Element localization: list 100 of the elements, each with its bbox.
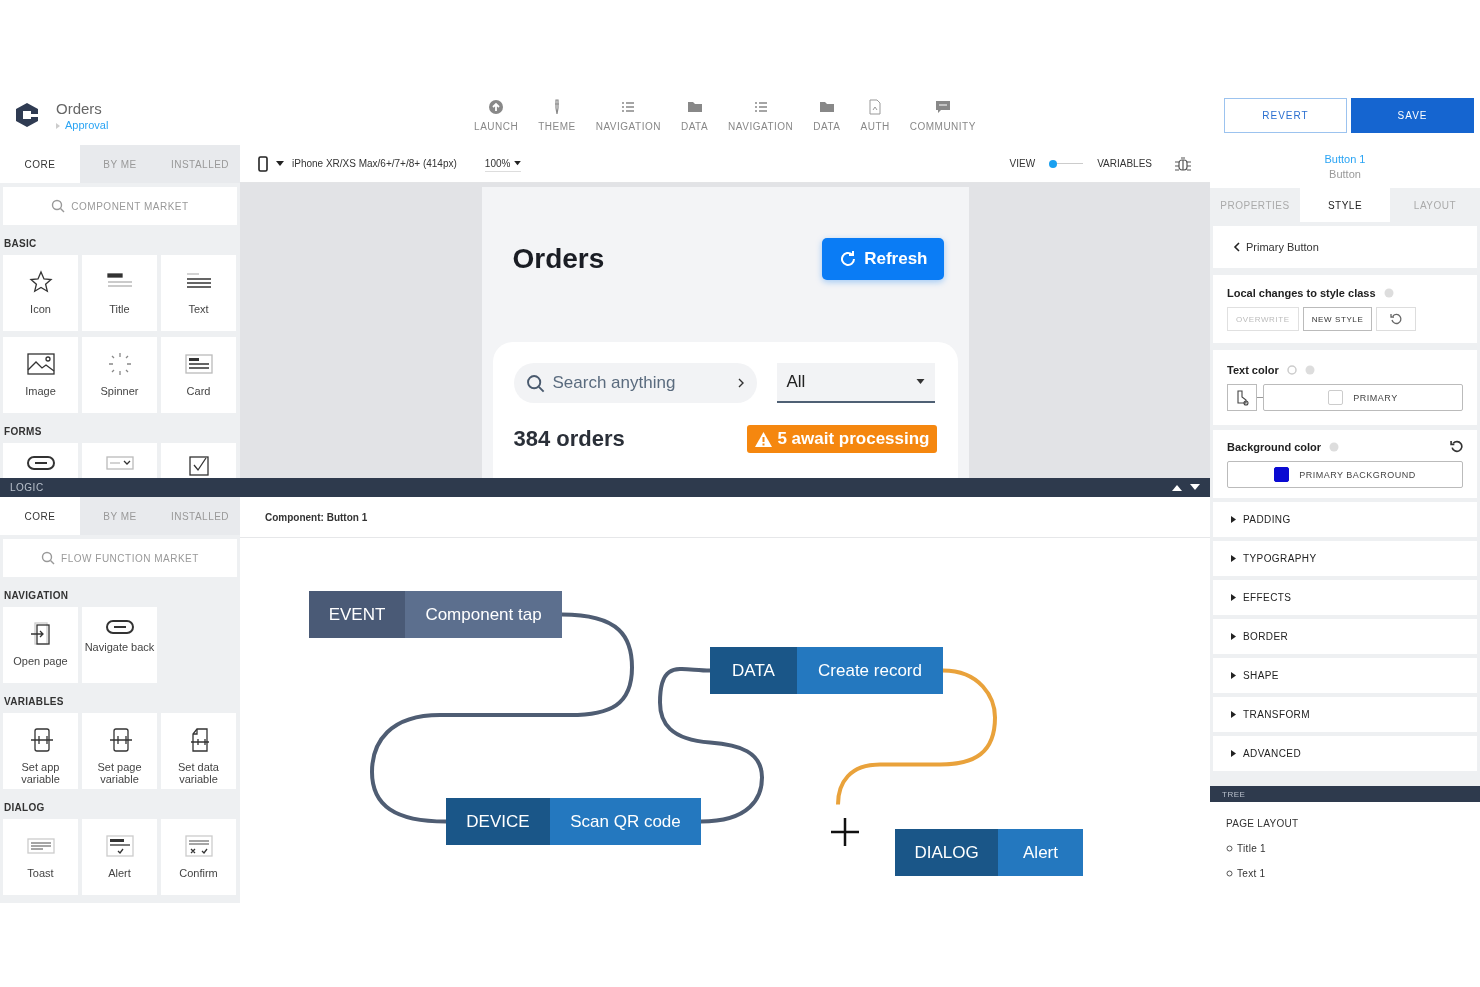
refresh-button[interactable]: Refresh bbox=[822, 238, 944, 280]
reset-button[interactable] bbox=[1376, 307, 1417, 331]
bug-icon[interactable] bbox=[1174, 155, 1192, 172]
style-section[interactable]: TRANSFORM bbox=[1213, 697, 1477, 732]
caret-down-icon[interactable] bbox=[276, 160, 284, 167]
caret-down-icon bbox=[915, 379, 925, 385]
paint-bucket-button[interactable] bbox=[1227, 384, 1257, 411]
component-type: Button bbox=[1329, 168, 1361, 180]
logic-title: LOGIC bbox=[10, 482, 44, 493]
tree-item[interactable]: Text 1 bbox=[1226, 868, 1464, 879]
filter-select[interactable]: All bbox=[776, 363, 935, 403]
search-field[interactable]: Search anything bbox=[513, 363, 757, 403]
background-color-label: Background color bbox=[1227, 440, 1322, 453]
caret-up-icon[interactable] bbox=[1172, 484, 1182, 491]
paint-bucket-icon bbox=[1234, 388, 1250, 407]
caret-down-icon bbox=[514, 160, 522, 166]
alert-dialog-icon bbox=[103, 832, 136, 860]
nav-item[interactable]: COMMUNITY bbox=[909, 98, 976, 132]
component-tile[interactable]: Open page bbox=[3, 607, 78, 683]
style-section[interactable]: BORDER bbox=[1213, 619, 1477, 654]
document-icon bbox=[867, 98, 884, 115]
text-color-label: Text color bbox=[1227, 364, 1279, 376]
style-section[interactable]: EFFECTS bbox=[1213, 580, 1477, 615]
search-icon bbox=[525, 373, 545, 393]
component-tile[interactable]: Spinner bbox=[82, 337, 157, 413]
warning-badge: 5 await processing bbox=[747, 425, 937, 453]
style-section[interactable]: PADDING bbox=[1213, 502, 1477, 537]
component-tile[interactable]: Set page variable bbox=[82, 713, 157, 789]
style-section[interactable]: SHAPE bbox=[1213, 658, 1477, 693]
chevron-left-icon bbox=[1233, 242, 1240, 252]
node-action[interactable]: Component tap bbox=[405, 591, 562, 638]
nav-item[interactable]: DATA bbox=[813, 98, 841, 132]
panel-tab[interactable]: CORE bbox=[0, 497, 80, 535]
component-tile[interactable]: Confirm bbox=[161, 819, 236, 895]
nav-item[interactable]: LAUNCH bbox=[474, 98, 519, 132]
dropdown-icon bbox=[103, 456, 136, 470]
component-tile[interactable]: Card bbox=[161, 337, 236, 413]
undo-icon[interactable] bbox=[1450, 440, 1463, 453]
node-type[interactable]: DEVICE bbox=[446, 798, 550, 845]
nav-item[interactable]: THEME bbox=[538, 98, 576, 132]
style-class-button[interactable]: NEW STYLE bbox=[1302, 307, 1373, 331]
revert-button[interactable]: REVERT bbox=[1224, 97, 1347, 133]
node-action[interactable]: Alert bbox=[998, 829, 1083, 876]
component-tile[interactable]: Image bbox=[3, 337, 78, 413]
search-icon bbox=[41, 551, 56, 565]
circle-bullet-icon bbox=[1226, 870, 1233, 877]
button-shape-icon bbox=[24, 456, 57, 470]
component-tile[interactable]: Alert bbox=[82, 819, 157, 895]
mode-toggle[interactable] bbox=[1049, 158, 1084, 169]
panel-tab[interactable]: CORE bbox=[0, 145, 80, 183]
chat-icon bbox=[934, 98, 951, 115]
button-shape-icon bbox=[103, 620, 136, 634]
zoom-select[interactable]: 100% bbox=[484, 155, 522, 172]
nav-item[interactable]: DATA bbox=[680, 98, 709, 132]
component-name: Button 1 bbox=[1324, 153, 1366, 165]
node-action[interactable]: Create record bbox=[797, 647, 943, 694]
undo-icon bbox=[1390, 313, 1403, 325]
search-icon bbox=[51, 199, 66, 213]
caret-down-icon[interactable] bbox=[1190, 484, 1200, 491]
nav-item[interactable]: NAVIGATION bbox=[728, 98, 794, 132]
color-field[interactable]: PRIMARY BACKGROUND bbox=[1227, 461, 1463, 488]
group-title: DIALOG bbox=[3, 801, 46, 815]
chevron-right-icon bbox=[56, 122, 60, 129]
chevron-right-icon bbox=[736, 378, 745, 388]
node-type[interactable]: EVENT bbox=[309, 591, 405, 638]
flow-context: Component: Button 1 bbox=[265, 511, 368, 523]
node-type[interactable]: DIALOG bbox=[895, 829, 998, 876]
phone-icon[interactable] bbox=[258, 155, 268, 172]
page-title: Orders bbox=[512, 243, 605, 275]
component-tile[interactable]: Title bbox=[82, 255, 157, 331]
warning-icon bbox=[754, 430, 774, 448]
pen-icon bbox=[553, 98, 560, 115]
node-action[interactable]: Scan QR code bbox=[550, 798, 701, 845]
color-field[interactable]: PRIMARY bbox=[1263, 384, 1463, 411]
upload-icon bbox=[488, 98, 505, 115]
style-section[interactable]: ADVANCED bbox=[1213, 736, 1477, 771]
device-label[interactable]: iPhone XR/XS Max/6+/7+/8+ (414px) bbox=[292, 158, 457, 169]
save-button[interactable]: SAVE bbox=[1351, 97, 1474, 133]
order-count: 384 orders bbox=[513, 426, 625, 452]
tree-item[interactable]: Title 1 bbox=[1226, 843, 1464, 854]
component-tile[interactable]: Set data variable bbox=[161, 713, 236, 789]
component-tile[interactable]: Icon bbox=[3, 255, 78, 331]
nav-item[interactable]: NAVIGATION bbox=[595, 98, 661, 132]
logo bbox=[14, 102, 40, 128]
nav-item[interactable]: AUTH bbox=[860, 98, 890, 132]
plus-cursor-icon bbox=[829, 816, 861, 848]
group-title: VARIABLES bbox=[3, 695, 65, 709]
app-title: Orders bbox=[56, 99, 103, 117]
circle-bullet-icon bbox=[1226, 845, 1233, 852]
tree-item[interactable]: PAGE LAYOUT bbox=[1226, 818, 1464, 829]
group-title: FORMS bbox=[3, 425, 43, 439]
inspector-tab[interactable]: STYLE bbox=[1300, 188, 1390, 222]
group-title: NAVIGATION bbox=[3, 589, 70, 603]
style-section[interactable]: TYPOGRAPHY bbox=[1213, 541, 1477, 576]
component-tile[interactable]: Navigate back bbox=[82, 607, 157, 683]
component-tile[interactable]: Set app variable bbox=[3, 713, 78, 789]
component-tile[interactable]: Text bbox=[161, 255, 236, 331]
node-type[interactable]: DATA bbox=[710, 647, 797, 694]
group-title: BASIC bbox=[3, 237, 38, 251]
component-tile[interactable]: Toast bbox=[3, 819, 78, 895]
